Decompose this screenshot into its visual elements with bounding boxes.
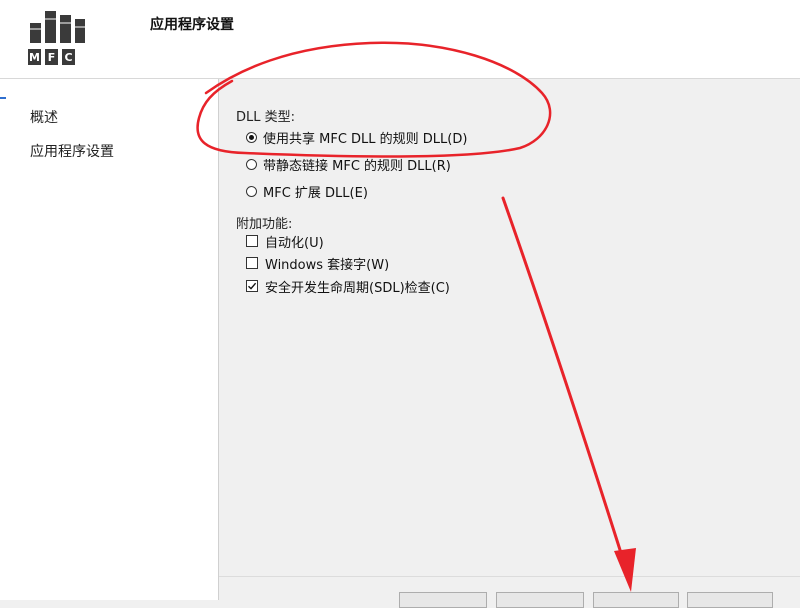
dll-type-label: DLL 类型: (236, 110, 296, 125)
wizard-footer (219, 576, 800, 608)
checkbox-label: 安全开发生命周期(SDL)检查(C) (265, 280, 450, 296)
radio-label: 带静态链接 MFC 的规则 DLL(R) (263, 158, 451, 174)
radio-unselected-icon[interactable] (246, 158, 257, 170)
sidebar: 概述 应用程序设置 (0, 79, 219, 600)
checkbox-checked-icon[interactable] (246, 280, 258, 292)
wizard-header: M F C 应用程序设置 (0, 0, 800, 79)
cancel-button[interactable] (687, 592, 773, 608)
radio-shared-mfc-dll[interactable]: 使用共享 MFC DLL 的规则 DLL(D) (246, 128, 468, 147)
settings-panel: DLL 类型: 使用共享 MFC DLL 的规则 DLL(D) 带静态链接 MF… (219, 79, 800, 600)
radio-unselected-icon[interactable] (246, 185, 257, 197)
radio-label: 使用共享 MFC DLL 的规则 DLL(D) (263, 131, 468, 147)
logo-letter-m: M (29, 51, 40, 64)
active-marker (0, 97, 6, 99)
next-button[interactable] (496, 592, 584, 608)
radio-selected-icon[interactable] (246, 131, 257, 143)
sidebar-item-app-settings[interactable]: 应用程序设置 (30, 141, 114, 161)
logo-letter-c: C (64, 51, 72, 64)
previous-button[interactable] (399, 592, 487, 608)
finish-button[interactable] (593, 592, 679, 608)
checkbox-unchecked-icon[interactable] (246, 257, 258, 269)
checkbox-label: 自动化(U) (265, 235, 324, 251)
mfc-logo: M F C (28, 11, 85, 65)
checkbox-unchecked-icon[interactable] (246, 235, 258, 247)
page-title: 应用程序设置 (150, 17, 234, 33)
logo-letter-f: F (48, 51, 56, 64)
checkbox-windows-sockets[interactable]: Windows 套接字(W) (246, 254, 390, 273)
radio-label: MFC 扩展 DLL(E) (263, 185, 368, 201)
checkbox-sdl-checks[interactable]: 安全开发生命周期(SDL)检查(C) (246, 277, 450, 296)
checkbox-label: Windows 套接字(W) (265, 257, 390, 273)
radio-static-mfc-dll[interactable]: 带静态链接 MFC 的规则 DLL(R) (246, 155, 451, 174)
radio-mfc-extension-dll[interactable]: MFC 扩展 DLL(E) (246, 182, 368, 201)
sidebar-item-overview[interactable]: 概述 (30, 107, 58, 127)
checkbox-automation[interactable]: 自动化(U) (246, 232, 324, 251)
extra-features-label: 附加功能: (236, 217, 293, 232)
